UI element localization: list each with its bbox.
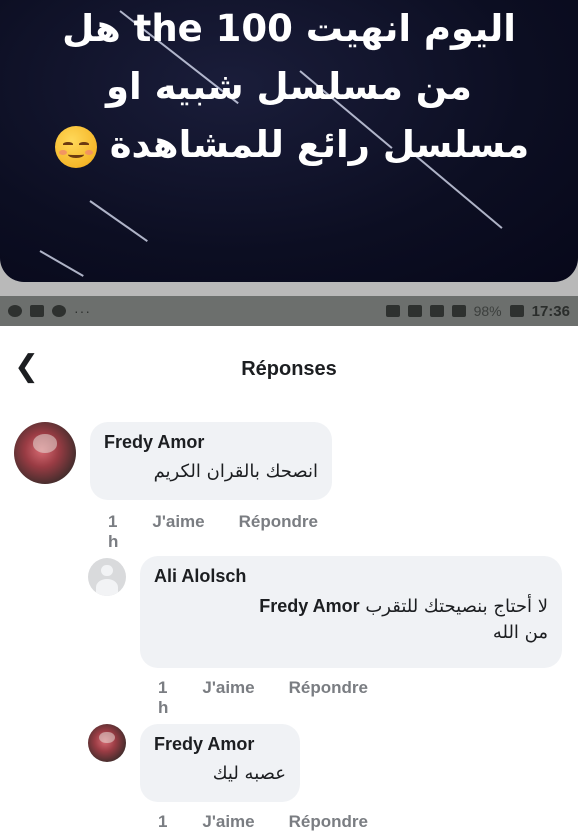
comment-author[interactable]: Fredy Amor bbox=[104, 432, 318, 453]
post-card: اليوم انهيت the 100 هل من مسلسل شبيه او … bbox=[0, 0, 578, 282]
comment-text: عصبه ليك bbox=[212, 763, 286, 784]
comment-text-part: من الله bbox=[492, 622, 548, 643]
post-line-2: من مسلسل شبيه او bbox=[106, 65, 472, 108]
mute-icon bbox=[385, 305, 400, 317]
comment-bubble: Fredy Amor عصبه ليك bbox=[140, 724, 300, 802]
comment-author[interactable]: Fredy Amor bbox=[154, 734, 286, 755]
battery-icon bbox=[509, 305, 524, 317]
post-line-3: مسلسل رائع للمشاهدة bbox=[20, 116, 558, 174]
comment-actions: 1 h J'aime Répondre bbox=[158, 812, 368, 834]
comment-bubble: Ali Alolsch لا أحتاج بنصيحتك للتقرب Fred… bbox=[140, 556, 562, 668]
comment-bubble: Fredy Amor انصحك بالقران الكريم bbox=[90, 422, 332, 500]
more-notifications-icon: ··· bbox=[74, 303, 91, 319]
comment-author[interactable]: Ali Alolsch bbox=[154, 566, 548, 587]
comment-text: لا أحتاج بنصيحتك للتقرب Fredy Amor من ال… bbox=[154, 593, 548, 646]
post-text: اليوم انهيت the 100 هل من مسلسل شبيه او … bbox=[20, 0, 558, 174]
nfc-icon bbox=[407, 305, 422, 317]
post-line-3-text: مسلسل رائع للمشاهدة bbox=[109, 123, 530, 166]
like-button[interactable]: J'aime bbox=[152, 512, 204, 552]
like-button[interactable]: J'aime bbox=[202, 678, 254, 718]
reply-button[interactable]: Répondre bbox=[239, 512, 318, 552]
wifi-icon bbox=[451, 305, 466, 317]
post-line-1: اليوم انهيت the 100 هل bbox=[62, 7, 516, 50]
nav-bar: ❮ Réponses bbox=[0, 326, 578, 416]
comment-time: 1 h bbox=[158, 678, 169, 717]
avatar[interactable] bbox=[88, 724, 126, 762]
light-streak bbox=[89, 200, 148, 242]
comment-actions: 1 h J'aime Répondre bbox=[158, 678, 368, 718]
notification-icon bbox=[8, 305, 22, 317]
comment-text-part: لا أحتاج بنصيحتك للتقرب bbox=[365, 596, 548, 617]
page-title: Réponses bbox=[241, 358, 337, 380]
comment-time: 1 h bbox=[108, 512, 119, 551]
signal-icon bbox=[429, 305, 444, 317]
avatar[interactable] bbox=[14, 422, 76, 484]
like-button[interactable]: J'aime bbox=[202, 812, 254, 834]
comment-text: انصحك بالقران الكريم bbox=[153, 461, 318, 482]
mention-link[interactable]: Fredy Amor bbox=[259, 596, 359, 616]
comment-actions: 1 h J'aime Répondre bbox=[108, 512, 318, 552]
screenshot-frame: اليوم انهيت the 100 هل من مسلسل شبيه او … bbox=[0, 0, 578, 834]
phone-status-bar: ··· 98% 17:36 bbox=[0, 296, 578, 326]
battery-level: 98% bbox=[473, 303, 502, 319]
avatar[interactable] bbox=[88, 558, 126, 596]
replies-screen: ❮ Réponses Fredy Amor انصحك بالقران الكر… bbox=[0, 326, 578, 834]
comment-time: 1 h bbox=[158, 812, 168, 834]
relieved-face-icon bbox=[54, 125, 97, 168]
reply-button[interactable]: Répondre bbox=[289, 678, 368, 718]
clock: 17:36 bbox=[531, 302, 570, 320]
light-streak bbox=[39, 250, 84, 277]
gallery-icon bbox=[30, 305, 44, 317]
messenger-icon bbox=[52, 305, 66, 317]
reply-button[interactable]: Répondre bbox=[289, 812, 368, 834]
